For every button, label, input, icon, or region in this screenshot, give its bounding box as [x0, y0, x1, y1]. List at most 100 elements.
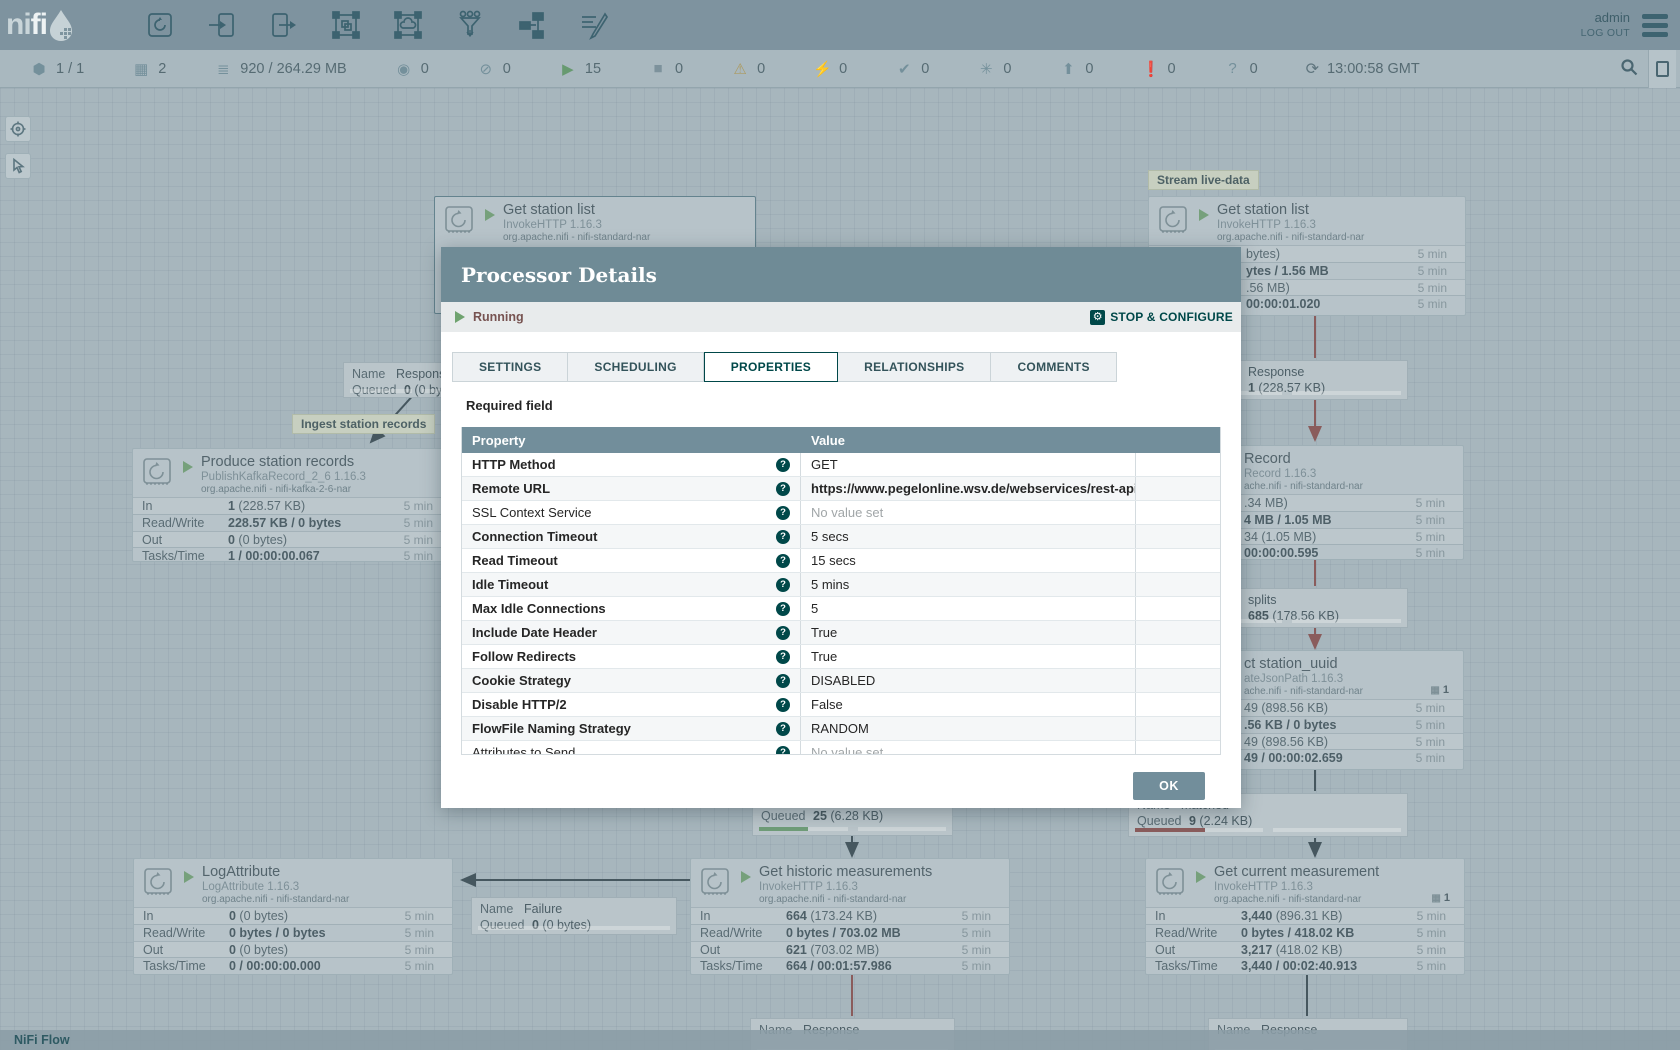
last-refreshed-time: 13:00:58 GMT	[1327, 61, 1420, 77]
status-locally-modified: ✳0	[977, 60, 1059, 78]
help-icon[interactable]: ?	[776, 578, 790, 592]
processor-bundle: ache.nifi - nifi-standard-nar	[1244, 481, 1363, 492]
help-icon[interactable]: ?	[776, 482, 790, 496]
help-icon[interactable]: ?	[776, 458, 790, 472]
property-value[interactable]: True	[801, 621, 1136, 644]
help-icon[interactable]: ?	[776, 626, 790, 640]
property-row: Include Date Header?True	[462, 621, 1220, 645]
output-port-toolbar-icon[interactable]	[268, 9, 300, 41]
tab-settings[interactable]: SETTINGS	[452, 352, 568, 382]
status-not-transmitting: ⊘0	[477, 60, 559, 78]
running-icon	[1199, 209, 1209, 221]
remote-process-group-toolbar-icon[interactable]	[392, 9, 424, 41]
refresh-status[interactable]: ⟳ 13:00:58 GMT	[1306, 59, 1420, 79]
processor-title: Get current measurement	[1214, 864, 1379, 880]
birdseye-panel-button[interactable]	[1648, 50, 1676, 88]
processor-get-current[interactable]: Get current measurementInvokeHTTP 1.16.3…	[1145, 858, 1465, 975]
connection-label-failure[interactable]: NameFailureQueued0 (0 bytes)	[471, 897, 677, 935]
help-icon[interactable]: ?	[776, 602, 790, 616]
property-value[interactable]: 15 secs	[801, 549, 1136, 572]
property-row: Max Idle Connections?5	[462, 597, 1220, 621]
stat-row: Tasks/Time1 / 00:00:00.0675 min	[133, 547, 451, 564]
processor-header: Get station listInvokeHTTP 1.16.3org.apa…	[435, 197, 755, 245]
property-value[interactable]: RANDOM	[801, 717, 1136, 740]
input-port-toolbar-icon[interactable]	[206, 9, 238, 41]
help-icon[interactable]: ?	[776, 746, 790, 756]
tab-comments[interactable]: COMMENTS	[991, 352, 1116, 382]
queue-percent-bars	[478, 926, 670, 930]
property-value[interactable]: 5	[801, 597, 1136, 620]
property-row: Connection Timeout?5 secs	[462, 525, 1220, 549]
queue-percent-bars	[759, 827, 946, 831]
processor-header: Produce station recordsPublishKafkaRecor…	[133, 449, 451, 497]
refresh-icon[interactable]: ⟳	[1306, 59, 1319, 79]
property-value[interactable]: True	[801, 645, 1136, 668]
help-icon[interactable]: ?	[776, 554, 790, 568]
property-value[interactable]: GET	[801, 453, 1136, 476]
tab-scheduling[interactable]: SCHEDULING	[568, 352, 703, 382]
funnel-toolbar-icon[interactable]	[454, 9, 486, 41]
ok-button[interactable]: OK	[1133, 772, 1205, 800]
help-icon[interactable]: ?	[776, 674, 790, 688]
logout-link[interactable]: LOG OUT	[1581, 27, 1630, 40]
status-cluster: ⬢1 / 1	[30, 60, 132, 78]
property-value[interactable]: 5 mins	[801, 573, 1136, 596]
property-name: Read Timeout?	[462, 549, 801, 572]
process-group-toolbar-icon[interactable]	[330, 9, 362, 41]
help-icon[interactable]: ?	[776, 698, 790, 712]
status-threads: ▦2	[132, 60, 214, 78]
column-property: Property	[462, 427, 801, 453]
property-value[interactable]: False	[801, 693, 1136, 716]
processor-icon	[141, 456, 173, 493]
property-actions	[1136, 477, 1221, 500]
status-threads-count: 2	[158, 61, 166, 77]
tab-relationships[interactable]: RELATIONSHIPS	[838, 352, 991, 382]
status-transmitting: ◉0	[395, 60, 477, 78]
connection-name: Failure	[524, 902, 562, 916]
processor-title: Get historic measurements	[759, 864, 932, 880]
current-user: admin	[1581, 10, 1630, 26]
stat-row: Read/Write0 bytes / 703.02 MB5 min	[691, 924, 1009, 941]
status-queued: ≣920 / 264.29 MB	[214, 60, 394, 78]
processor-type: Record 1.16.3	[1244, 468, 1316, 480]
processor-get-historic[interactable]: Get historic measurementsInvokeHTTP 1.16…	[690, 858, 1010, 975]
required-field-label: Required field	[466, 398, 553, 413]
navigate-palette-button[interactable]	[5, 116, 31, 142]
property-name: Include Date Header?	[462, 621, 801, 644]
processor-produce-station-records[interactable]: Produce station recordsPublishKafkaRecor…	[132, 448, 452, 562]
operate-palette-button[interactable]	[5, 153, 31, 179]
template-toolbar-icon[interactable]	[516, 9, 548, 41]
processor-bundle: org.apache.nifi - nifi-standard-nar	[759, 894, 906, 905]
processor-log-attribute[interactable]: LogAttributeLogAttribute 1.16.3org.apach…	[133, 858, 453, 975]
cluster-icon: ⬢	[30, 60, 48, 78]
label-stream-live-data[interactable]: Stream live-data	[1148, 170, 1259, 190]
property-value[interactable]: No value set	[801, 501, 1136, 524]
up-to-date-icon: ✔	[895, 60, 913, 78]
stop-and-configure-button[interactable]: ⚙ STOP & CONFIGURE	[1090, 310, 1233, 325]
status-disabled: ⚡0	[813, 60, 895, 78]
status-up-to-date: ✔0	[895, 60, 977, 78]
label-toolbar-icon[interactable]	[578, 9, 610, 41]
property-value[interactable]: 5 secs	[801, 525, 1136, 548]
help-icon[interactable]: ?	[776, 506, 790, 520]
property-value[interactable]: https://www.pegelonline.wsv.de/webservic…	[801, 477, 1136, 500]
label-ingest-station-records[interactable]: Ingest station records	[292, 414, 435, 434]
stale-icon: ⬆	[1059, 60, 1077, 78]
global-menu-icon[interactable]	[1642, 14, 1668, 37]
property-actions	[1136, 717, 1221, 740]
help-icon[interactable]: ?	[776, 650, 790, 664]
help-icon[interactable]: ?	[776, 722, 790, 736]
processor-stats: In3,440 (896.31 KB)5 minRead/Write0 byte…	[1146, 907, 1464, 974]
help-icon[interactable]: ?	[776, 530, 790, 544]
processor-toolbar-icon[interactable]	[144, 9, 176, 41]
processor-type: InvokeHTTP 1.16.3	[1214, 881, 1313, 893]
processor-icon	[142, 866, 174, 903]
tab-properties[interactable]: PROPERTIES	[704, 352, 838, 382]
breadcrumb[interactable]: NiFi Flow	[14, 1033, 70, 1047]
component-toolbar	[144, 9, 610, 41]
property-value[interactable]: DISABLED	[801, 669, 1136, 692]
property-value[interactable]: No value set	[801, 741, 1136, 755]
search-icon[interactable]	[1620, 58, 1638, 80]
property-actions	[1136, 501, 1221, 524]
run-status-strip: Running ⚙ STOP & CONFIGURE	[441, 302, 1241, 332]
